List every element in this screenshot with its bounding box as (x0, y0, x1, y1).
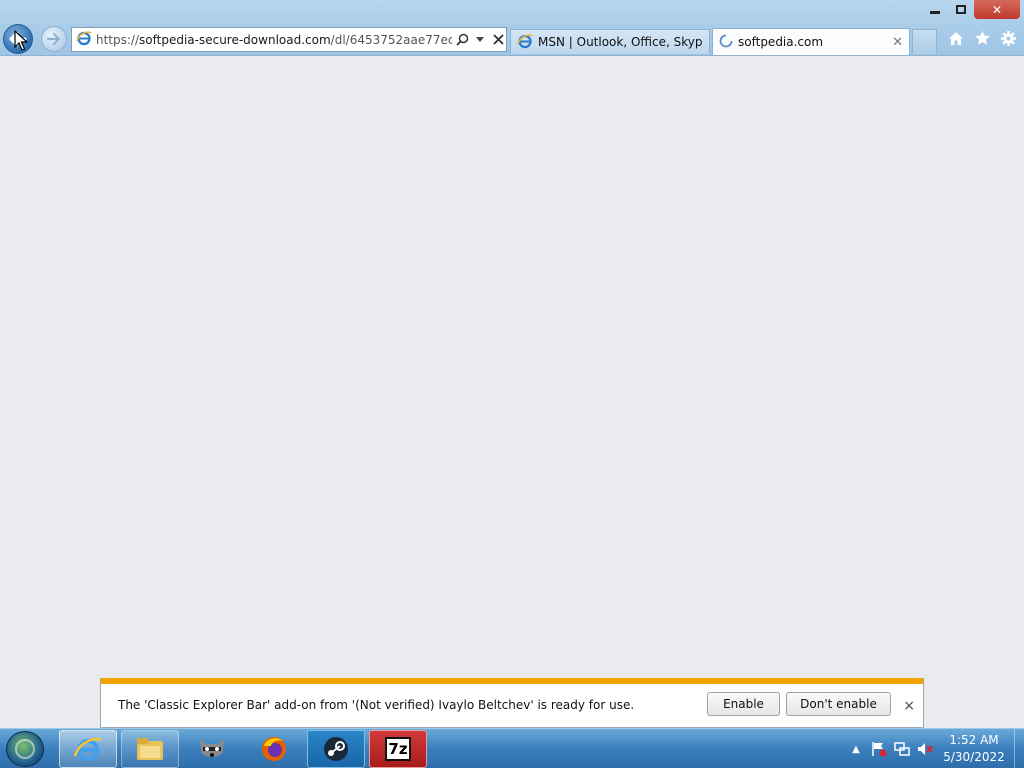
network-icon[interactable] (892, 739, 912, 759)
taskbar-steam[interactable] (307, 730, 365, 768)
close-notification-icon[interactable]: × (903, 698, 915, 714)
new-tab-button[interactable] (912, 29, 937, 54)
dont-enable-button[interactable]: Don't enable (786, 692, 891, 716)
clock[interactable]: 1:52 AM 5/30/2022 (938, 732, 1010, 766)
file-explorer-icon (137, 738, 163, 760)
taskbar-7zip[interactable]: 7z (369, 730, 427, 768)
taskbar-file-explorer[interactable] (121, 730, 179, 768)
show-hidden-icons-icon[interactable]: ▲ (846, 739, 866, 759)
tab-label: MSN | Outlook, Office, Skype, ... (538, 35, 703, 49)
favorites-star-icon[interactable] (972, 27, 992, 49)
url-text[interactable]: https://softpedia-secure-download.com/dl… (96, 33, 452, 47)
raccoon-app-icon (200, 739, 224, 757)
clock-time: 1:52 AM (949, 733, 999, 747)
internet-explorer-icon (73, 737, 102, 761)
mouse-cursor-icon (14, 30, 28, 51)
steam-icon (324, 737, 348, 761)
address-bar[interactable]: https://softpedia-secure-download.com/dl… (71, 27, 507, 52)
taskbar-firefox[interactable] (245, 730, 303, 768)
url-prefix: https:// (96, 32, 140, 47)
firefox-icon (262, 737, 286, 761)
volume-muted-icon[interactable] (915, 739, 935, 759)
window-controls: ✕ (922, 0, 1020, 20)
taskbar: 7z ▲ 1:52 AM 5/30/2022 (0, 728, 1024, 768)
toolbar-icons (946, 27, 1018, 49)
clock-date: 5/30/2022 (943, 750, 1005, 764)
taskbar-internet-explorer[interactable] (59, 730, 117, 768)
dropdown-arrow-icon[interactable] (472, 32, 488, 48)
url-path: /dl/6453752aae77ec79ded8 (330, 32, 452, 47)
show-desktop-button[interactable] (1014, 729, 1024, 768)
search-icon[interactable] (454, 32, 470, 48)
start-button[interactable] (6, 731, 44, 767)
tab-softpedia[interactable]: softpedia.com ✕ (712, 28, 910, 55)
addon-notification-bar: The 'Classic Explorer Bar' add-on from '… (100, 678, 924, 728)
ie-icon (517, 33, 533, 52)
stop-loading-icon[interactable] (490, 32, 506, 48)
taskbar-raccoon-app[interactable] (183, 730, 241, 768)
restore-button[interactable] (948, 0, 974, 19)
tab-label: softpedia.com (738, 35, 824, 49)
browser-chrome: ✕ https://softpedia-secure-download.com/… (0, 0, 1024, 56)
action-center-flag-icon[interactable] (869, 739, 889, 759)
forward-arrow-icon (47, 33, 61, 45)
settings-gear-icon[interactable] (998, 27, 1018, 49)
7zip-icon: 7z (385, 737, 411, 761)
minimize-icon (930, 11, 940, 14)
close-icon: ✕ (991, 2, 1003, 17)
url-domain: softpedia-secure-download.com (139, 32, 331, 47)
enable-button[interactable]: Enable (707, 692, 780, 716)
home-icon[interactable] (946, 27, 966, 49)
page-content-area (0, 56, 1024, 678)
loading-spinner-icon (719, 34, 733, 51)
forward-button[interactable] (41, 26, 67, 52)
notification-message: The 'Classic Explorer Bar' add-on from '… (118, 698, 635, 712)
windows-orb-icon (15, 739, 35, 759)
minimize-button[interactable] (922, 0, 948, 19)
restore-icon (956, 5, 966, 14)
tab-close-icon[interactable]: ✕ (892, 35, 903, 50)
system-tray: ▲ 1:52 AM 5/30/2022 (846, 729, 1024, 768)
close-window-button[interactable]: ✕ (974, 0, 1020, 19)
tab-msn[interactable]: MSN | Outlook, Office, Skype, ... (510, 29, 710, 54)
ie-page-icon (76, 30, 92, 49)
